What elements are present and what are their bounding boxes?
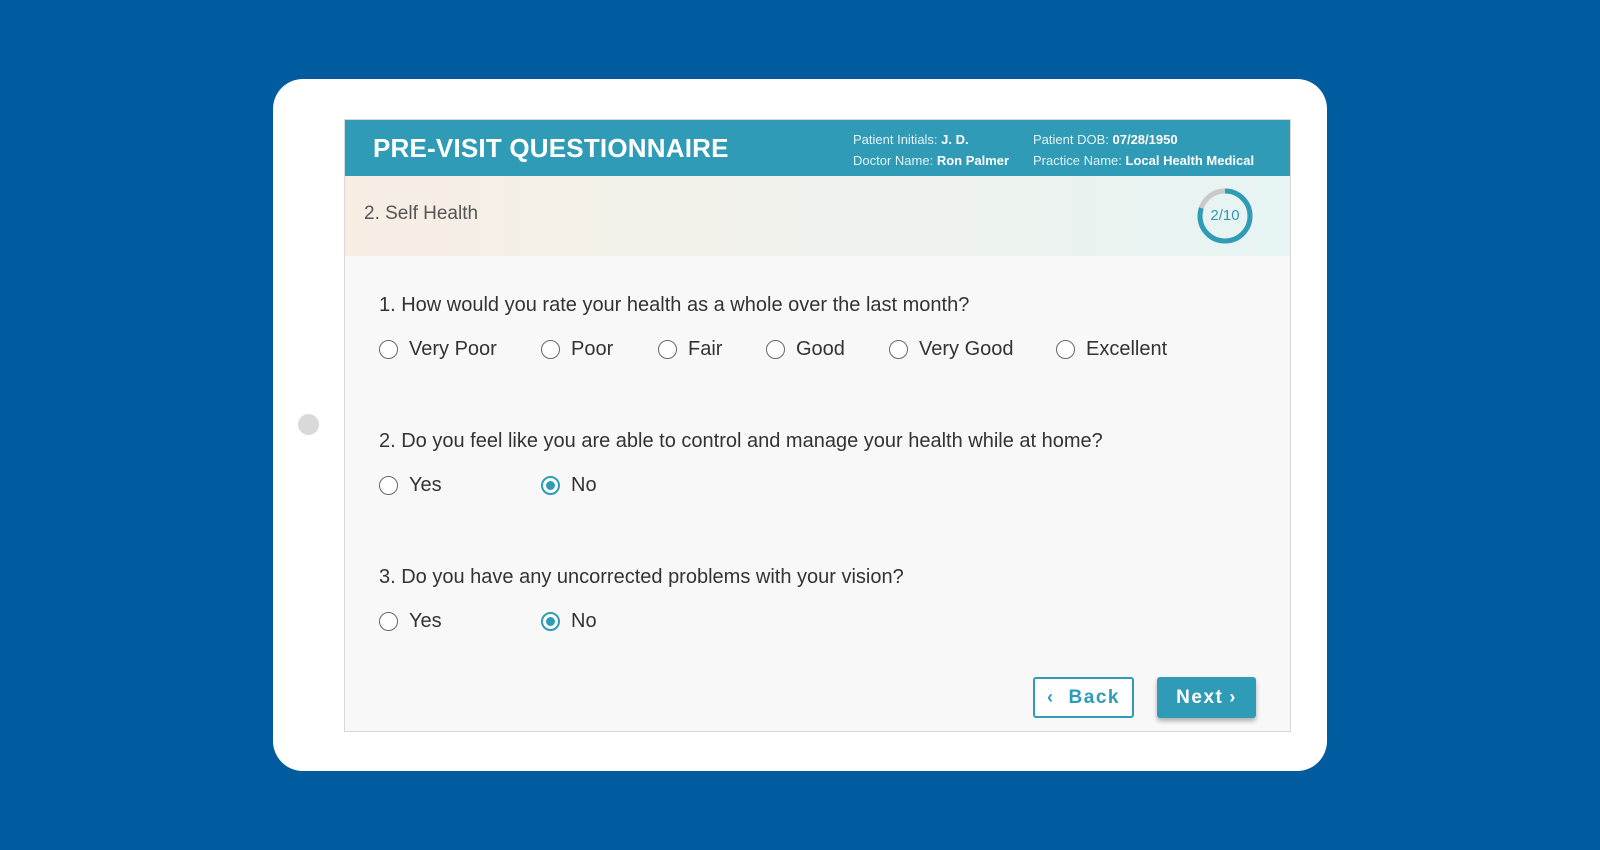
section-title: 2. Self Health bbox=[364, 203, 479, 224]
radio-unchecked[interactable] bbox=[379, 340, 398, 359]
radio-checked[interactable] bbox=[541, 476, 560, 495]
q1-option-excellent[interactable]: Excellent bbox=[1056, 338, 1167, 361]
doctor-name-value: Ron Palmer bbox=[936, 153, 1010, 168]
option-label: Good bbox=[796, 338, 845, 360]
patient-initials-label: Patient Initials: bbox=[853, 132, 938, 147]
doctor-name-row: Doctor Name: Ron Palmer bbox=[853, 150, 1009, 171]
chevron-left-icon: ‹ bbox=[1047, 687, 1055, 707]
radio-unchecked[interactable] bbox=[379, 612, 398, 631]
radio-unchecked[interactable] bbox=[889, 340, 908, 359]
radio-unchecked[interactable] bbox=[766, 340, 785, 359]
tablet-home-button[interactable] bbox=[298, 414, 319, 435]
chevron-right-icon: › bbox=[1229, 687, 1237, 707]
radio-unchecked[interactable] bbox=[541, 340, 560, 359]
header-bar: PRE-VISIT QUESTIONNAIRE Patient Initials… bbox=[345, 120, 1290, 176]
progress-text: 2/10 bbox=[1210, 207, 1240, 224]
patient-meta-col1: Patient Initials: J. D. Doctor Name: Ron… bbox=[853, 129, 1009, 171]
option-label: No bbox=[571, 610, 597, 632]
back-button[interactable]: ‹ Back bbox=[1033, 677, 1134, 718]
patient-meta-col2: Patient DOB: 07/28/1950 Practice Name: L… bbox=[1033, 129, 1254, 171]
option-label: Excellent bbox=[1086, 338, 1168, 360]
q3-option-no[interactable]: No bbox=[541, 610, 597, 633]
radio-unchecked[interactable] bbox=[1056, 340, 1075, 359]
option-label: Fair bbox=[688, 338, 723, 360]
radio-checked[interactable] bbox=[541, 612, 560, 631]
q1-option-fair[interactable]: Fair bbox=[658, 338, 722, 361]
patient-dob-label: Patient DOB: bbox=[1033, 132, 1109, 147]
q1-option-very-good[interactable]: Very Good bbox=[889, 338, 1014, 361]
practice-name-row: Practice Name: Local Health Medical bbox=[1033, 150, 1254, 171]
progress-ring: 2/10 bbox=[1197, 188, 1253, 244]
q3-option-yes[interactable]: Yes bbox=[379, 610, 442, 633]
q1-option-poor[interactable]: Poor bbox=[541, 338, 613, 361]
page-title: PRE-VISIT QUESTIONNAIRE bbox=[373, 133, 729, 163]
option-label: No bbox=[571, 474, 597, 496]
option-label: Yes bbox=[409, 610, 442, 632]
q2-option-yes[interactable]: Yes bbox=[379, 474, 442, 497]
section-bar: 2. Self Health 2/10 bbox=[345, 176, 1290, 256]
patient-dob-value: 07/28/1950 bbox=[1112, 132, 1178, 147]
option-label: Very Poor bbox=[409, 338, 497, 360]
practice-name-value: Local Health Medical bbox=[1125, 153, 1255, 168]
patient-initials-value: J. D. bbox=[941, 132, 969, 147]
practice-name-label: Practice Name: bbox=[1033, 153, 1122, 168]
question-3-text: 3. Do you have any uncorrected problems … bbox=[379, 566, 904, 588]
patient-initials-row: Patient Initials: J. D. bbox=[853, 129, 1009, 150]
q2-option-no[interactable]: No bbox=[541, 474, 597, 497]
option-label: Poor bbox=[571, 338, 614, 360]
radio-unchecked[interactable] bbox=[658, 340, 677, 359]
questionnaire-screen: PRE-VISIT QUESTIONNAIRE Patient Initials… bbox=[344, 119, 1291, 732]
back-button-label: Back bbox=[1068, 686, 1120, 708]
q1-option-good[interactable]: Good bbox=[766, 338, 845, 361]
q1-option-very-poor[interactable]: Very Poor bbox=[379, 338, 497, 361]
next-button-label: Next bbox=[1176, 686, 1224, 708]
question-1-text: 1. How would you rate your health as a w… bbox=[379, 294, 970, 316]
doctor-name-label: Doctor Name: bbox=[853, 153, 934, 168]
patient-dob-row: Patient DOB: 07/28/1950 bbox=[1033, 129, 1254, 150]
option-label: Very Good bbox=[919, 338, 1014, 360]
radio-unchecked[interactable] bbox=[379, 476, 398, 495]
option-label: Yes bbox=[409, 474, 442, 496]
question-2-text: 2. Do you feel like you are able to cont… bbox=[379, 430, 1103, 452]
next-button[interactable]: Next › bbox=[1157, 677, 1256, 718]
